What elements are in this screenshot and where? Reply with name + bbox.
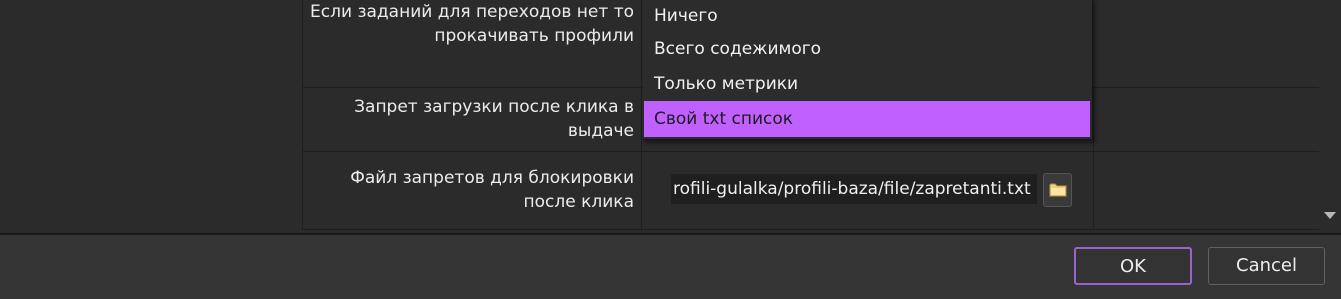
folder-icon — [1049, 183, 1066, 197]
scroll-down-button[interactable] — [1319, 203, 1341, 227]
arrow-down-icon — [1324, 211, 1336, 219]
grid-divider — [1093, 88, 1094, 230]
vertical-scrollbar[interactable] — [1319, 0, 1341, 233]
block-file-path-field[interactable]: rofili-gulalka/profili-baza/file/zapreta… — [671, 174, 1037, 204]
label-line: Если заданий для переходов нет то — [310, 2, 634, 22]
ok-button[interactable]: OK — [1074, 247, 1192, 285]
dropdown-option-all-content[interactable]: Всего содежимого — [644, 31, 1090, 67]
dropdown-option-metrics-only[interactable]: Только метрики — [644, 66, 1090, 102]
grid-divider — [641, 0, 642, 230]
label-line: выдаче — [567, 121, 634, 141]
setting-label-block-download: Запрет загрузки после клика в выдаче — [305, 95, 634, 143]
label-line: после клика — [523, 192, 634, 212]
dropdown-option-nothing[interactable]: Ничего — [644, 0, 1090, 34]
grid-divider — [302, 151, 1319, 152]
grid-divider — [302, 229, 1319, 230]
dropdown-option-custom-txt[interactable]: Свой txt список — [644, 101, 1090, 137]
grid-divider — [302, 0, 303, 230]
cancel-button[interactable]: Cancel — [1208, 247, 1325, 285]
label-line: прокачивать профили — [434, 26, 634, 46]
label-line: Запрет загрузки после клика в — [354, 97, 634, 117]
dropdown-list[interactable]: Ничего Всего содежимого Только метрики С… — [643, 0, 1093, 140]
browse-file-button[interactable] — [1043, 173, 1072, 207]
label-line: Файл запретов для блокировки — [350, 168, 634, 188]
setting-label-block-file: Файл запретов для блокировки после клика — [305, 166, 634, 214]
setting-label-pump-profiles: Если заданий для переходов нет то прокач… — [305, 0, 634, 48]
